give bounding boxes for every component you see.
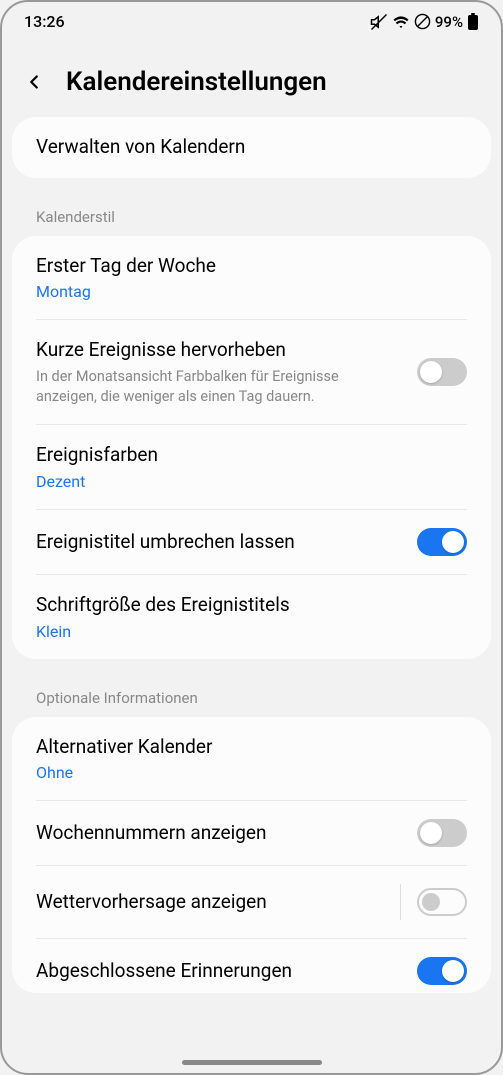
wifi-icon	[392, 13, 410, 31]
highlight-desc: In der Monatsansicht Farbbalken für Erei…	[36, 367, 401, 406]
manage-calendars-label: Verwalten von Kalendern	[36, 135, 467, 160]
highlight-title: Kurze Ereignisse hervorheben	[36, 338, 401, 363]
calendar-style-section: Kalenderstil Erster Tag der Woche Montag…	[12, 194, 491, 659]
status-time: 13:26	[24, 12, 65, 31]
page-title: Kalendereinstellungen	[66, 67, 327, 97]
battery-icon	[467, 13, 479, 31]
optional-info-section: Optionale Informationen Alternativer Kal…	[12, 675, 491, 994]
manage-calendars-card: Verwalten von Kalendern	[12, 117, 491, 178]
alt-calendar-value: Ohne	[36, 763, 467, 782]
nav-handle[interactable]	[182, 1060, 322, 1065]
completed-reminders-title: Abgeschlossene Erinnerungen	[36, 959, 401, 984]
first-day-value: Montag	[36, 282, 467, 301]
alt-calendar-item[interactable]: Alternativer Kalender Ohne	[12, 717, 491, 801]
alt-calendar-title: Alternativer Kalender	[36, 735, 467, 760]
weather-toggle[interactable]	[417, 888, 467, 916]
event-colors-title: Ereignisfarben	[36, 443, 467, 468]
manage-calendars-item[interactable]: Verwalten von Kalendern	[12, 117, 491, 178]
first-day-title: Erster Tag der Woche	[36, 254, 467, 279]
font-size-title: Schriftgröße des Ereignistitels	[36, 593, 467, 618]
status-bar: 13:26 99%	[2, 2, 501, 37]
highlight-toggle[interactable]	[417, 358, 467, 386]
weather-item[interactable]: Wettervorhersage anzeigen	[12, 866, 491, 938]
week-numbers-item[interactable]: Wochennummern anzeigen	[12, 801, 491, 865]
status-icons: 99%	[370, 13, 479, 31]
wrap-titles-toggle[interactable]	[417, 528, 467, 556]
week-numbers-toggle[interactable]	[417, 819, 467, 847]
content-area: Verwalten von Kalendern Kalenderstil Ers…	[2, 117, 501, 993]
back-button[interactable]	[22, 70, 46, 94]
page-header: Kalendereinstellungen	[2, 37, 501, 117]
font-size-value: Klein	[36, 622, 467, 641]
section-label-style: Kalenderstil	[12, 194, 491, 236]
vertical-divider	[400, 884, 401, 920]
wrap-titles-title: Ereignistitel umbrechen lassen	[36, 530, 401, 555]
first-day-item[interactable]: Erster Tag der Woche Montag	[12, 236, 491, 320]
week-numbers-title: Wochennummern anzeigen	[36, 821, 401, 846]
wrap-titles-item[interactable]: Ereignistitel umbrechen lassen	[12, 510, 491, 574]
event-colors-value: Dezent	[36, 472, 467, 491]
highlight-short-events-item[interactable]: Kurze Ereignisse hervorheben In der Mona…	[12, 320, 491, 424]
weather-title: Wettervorhersage anzeigen	[36, 890, 384, 915]
no-signal-icon	[414, 13, 431, 30]
event-colors-item[interactable]: Ereignisfarben Dezent	[12, 425, 491, 509]
section-label-optional: Optionale Informationen	[12, 675, 491, 717]
completed-reminders-item[interactable]: Abgeschlossene Erinnerungen	[12, 939, 491, 993]
font-size-item[interactable]: Schriftgröße des Ereignistitels Klein	[12, 575, 491, 659]
completed-reminders-toggle[interactable]	[417, 957, 467, 985]
mute-icon	[370, 13, 388, 31]
battery-percent: 99%	[435, 13, 463, 31]
